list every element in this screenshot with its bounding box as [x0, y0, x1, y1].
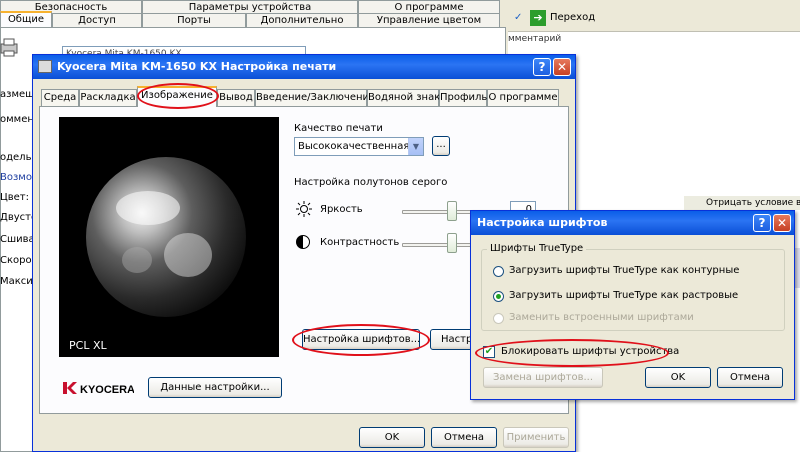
brightness-slider-handle[interactable]	[447, 201, 457, 221]
font-dialog-title-bar[interactable]: Настройка шрифтов	[471, 211, 794, 235]
tab-about-printer[interactable]: О программе	[358, 0, 500, 14]
sun-icon	[296, 201, 312, 217]
max-resolution-label: Макси	[0, 276, 33, 287]
lock-fonts-highlight-oval	[475, 339, 669, 367]
dialog-title: Kyocera Mita KM-1650 KX Настройка печати	[57, 60, 337, 73]
tab-about[interactable]: О программе	[487, 89, 559, 106]
brightness-label: Яркость	[320, 204, 363, 215]
bitmap-radio[interactable]	[493, 291, 504, 302]
tab-cover-pages[interactable]: Введение/Заключение	[255, 89, 375, 106]
font-help-button[interactable]: ?	[753, 214, 771, 232]
print-quality-select[interactable]: Высококачественная ▼	[294, 137, 424, 156]
chevron-down-icon: ▼	[408, 138, 423, 155]
go-arrow-icon[interactable]: ➔	[530, 10, 546, 26]
close-button[interactable]: ✕	[553, 58, 571, 76]
bitmap-option-label[interactable]: Загрузить шрифты TrueType как растровые	[509, 290, 738, 301]
tab-output[interactable]: Вывод	[217, 89, 255, 106]
print-quality-label: Качество печати	[294, 123, 383, 134]
tab-general[interactable]: Общие	[0, 11, 52, 27]
contrast-icon	[296, 235, 310, 249]
quality-options-button[interactable]: ...	[432, 136, 450, 156]
font-cancel-button[interactable]: Отмена	[717, 367, 783, 388]
apply-button[interactable]: Применить	[503, 427, 569, 448]
dialog-title-bar[interactable]: Kyocera Mita KM-1650 KX Настройка печати	[33, 55, 575, 79]
preview-panel: PCL XL	[59, 117, 279, 357]
tab-advanced[interactable]: Дополнительно	[246, 13, 358, 27]
truetype-group-label: Шрифты TrueType	[487, 243, 587, 254]
outline-option-label[interactable]: Загрузить шрифты TrueType как контурные	[509, 265, 739, 276]
outline-radio[interactable]	[493, 266, 504, 277]
font-ok-button[interactable]: OK	[645, 367, 711, 388]
tab-device-settings[interactable]: Параметры устройства	[142, 0, 358, 14]
contrast-label: Контрастность	[320, 237, 400, 248]
font-settings-dialog: Настройка шрифтов ? ✕ Шрифты TrueType За…	[470, 210, 795, 400]
tab-ports[interactable]: Порты	[142, 13, 246, 27]
font-dialog-title: Настройка шрифтов	[477, 216, 608, 229]
preview-caption: PCL XL	[69, 339, 107, 352]
help-button[interactable]: ?	[533, 58, 551, 76]
replace-builtin-radio[interactable]	[493, 313, 504, 324]
contrast-slider-handle[interactable]	[447, 233, 457, 253]
tab-color-management[interactable]: Управление цветом	[358, 13, 500, 27]
tab-sharing[interactable]: Доступ	[52, 13, 142, 27]
font-button-highlight-oval	[292, 324, 430, 356]
printer-small-icon	[38, 60, 52, 73]
tab-layout[interactable]: Раскладка	[79, 89, 137, 106]
printer-icon	[0, 36, 18, 58]
halftone-label: Настройка полутонов серого	[294, 177, 448, 188]
model-label: одель:	[0, 152, 35, 163]
ok-button[interactable]: OK	[359, 427, 425, 448]
replace-builtin-label[interactable]: Заменить встроенными шрифтами	[509, 312, 694, 323]
kyocera-logo: KYOCERA	[62, 379, 135, 397]
chevron-right-icon: ✓	[514, 12, 523, 23]
earth-globe-image	[86, 157, 246, 317]
svg-text:KYOCERA: KYOCERA	[80, 384, 134, 396]
comments-label: мментарий	[508, 34, 562, 44]
font-close-button[interactable]: ✕	[773, 214, 791, 232]
replace-fonts-button[interactable]: Замена шрифтов...	[483, 367, 603, 388]
go-label[interactable]: Переход	[550, 12, 595, 23]
cancel-button[interactable]: Отмена	[431, 427, 497, 448]
list-item[interactable]: Отрицать условие вы	[684, 196, 800, 210]
tab-watermark[interactable]: Водяной знак	[367, 89, 440, 106]
tab-highlight-oval	[137, 83, 219, 109]
tab-profile[interactable]: Профиль	[439, 89, 487, 106]
tab-environment[interactable]: Среда	[41, 89, 79, 106]
data-settings-button[interactable]: Данные настройки...	[148, 377, 282, 398]
